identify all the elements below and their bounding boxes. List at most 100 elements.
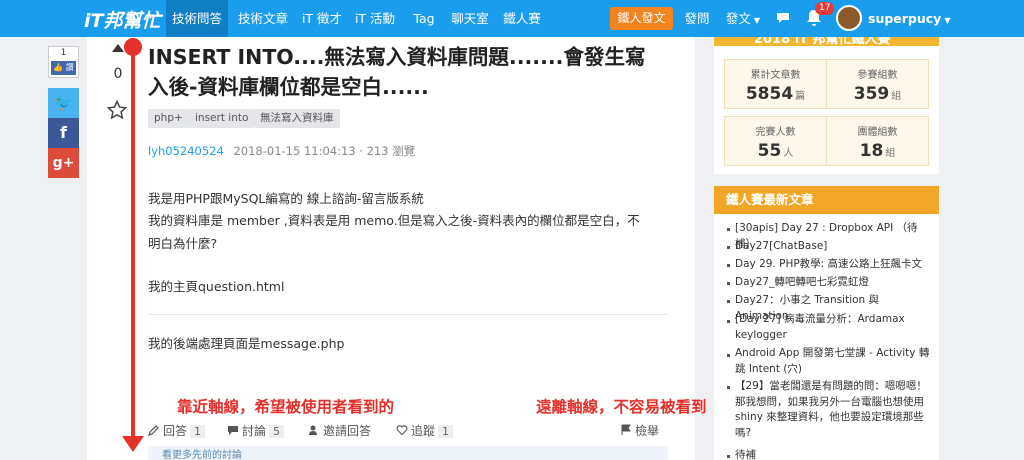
nav-tech-articles[interactable]: 技術文章 <box>232 0 294 37</box>
comment-icon <box>228 426 238 435</box>
upvote-icon[interactable] <box>112 44 124 52</box>
discuss-count: 5 <box>269 425 285 438</box>
nav-events[interactable]: iT 活動 <box>350 0 400 37</box>
view-count: 213 瀏覽 <box>366 144 416 158</box>
stats-banner-title: 2018 iT 邦幫忙鐵人賽 <box>754 37 891 46</box>
article-link[interactable]: Day 29. PHP教學: 高速公路上狂飆卡文 <box>735 257 930 273</box>
user-menu[interactable]: superpucy ▼ <box>868 0 951 37</box>
stat-teams: 團體組數 18 組 <box>826 116 929 166</box>
tag-item[interactable]: 無法寫入資料庫 <box>254 109 340 128</box>
bullet <box>727 386 730 389</box>
far-axis-note: 遠離軸線，不容易被看到 <box>536 398 707 416</box>
add-user-icon <box>309 425 317 435</box>
stat-label: 參賽組數 <box>857 70 898 81</box>
stat-label: 完賽人數 <box>755 127 796 138</box>
invite-label: 邀請回答 <box>323 424 372 438</box>
like-count: 1 <box>60 48 67 58</box>
fb-like-box[interactable]: 1 👍 讚 <box>48 46 79 78</box>
star-icon[interactable] <box>107 100 127 120</box>
invite-action[interactable]: 邀請回答 <box>308 422 371 439</box>
stat-unit: 篇 <box>795 91 806 102</box>
like-label: 讚 <box>65 63 74 72</box>
stat-unit: 人 <box>783 148 794 159</box>
nav-tech-qa[interactable]: 技術問答 <box>166 0 228 37</box>
top-navbar: iT邦幫忙 技術問答 技術文章 iT 徵才 iT 活動 Tag 聊天室 鐵人賽 … <box>0 0 1024 37</box>
article-link[interactable]: Day27_轉吧轉吧七彩霓虹燈 <box>735 275 930 291</box>
ironman-stats-banner: 2018 iT 邦幫忙鐵人賽 <box>714 37 939 46</box>
discuss-label: 討論 <box>242 424 267 438</box>
body-line: 明白為什麼? <box>148 236 218 251</box>
stat-label: 團體組數 <box>857 127 898 138</box>
axis-arrow-annotation <box>122 436 144 452</box>
nav-tag[interactable]: Tag <box>404 0 444 37</box>
facebook-share-button[interactable]: f <box>48 118 79 148</box>
chat-icon[interactable] <box>776 12 790 24</box>
post-label: 發文 <box>725 11 751 26</box>
article-link[interactable]: Android App 開發第七堂課 - Activity 轉跳 Intent … <box>735 346 930 377</box>
article-link[interactable]: [Day 27] 病毒流量分析：Ardamax keylogger <box>735 312 930 343</box>
bullet <box>727 455 730 458</box>
bullet <box>727 228 730 231</box>
flag-icon <box>621 424 631 435</box>
tag-item[interactable]: insert into <box>189 109 255 128</box>
article-link[interactable]: Day27[ChatBase] <box>735 239 930 255</box>
more-comments-label: 看更多先前的討論 <box>162 450 242 460</box>
bullet <box>727 246 730 249</box>
latest-articles-heading: 鐵人賽最新文章 <box>714 186 939 214</box>
answer-label: 回答 <box>163 424 188 438</box>
answer-count: 1 <box>190 425 206 438</box>
answer-action[interactable]: 回答 1 <box>148 422 206 439</box>
stat-value: 5854 <box>745 84 794 104</box>
facebook-icon: f <box>60 123 67 142</box>
stat-articles: 累計文章數 5854 篇 <box>724 59 827 109</box>
body-line: 我是用PHP跟MySQL編寫的 線上諮詢-留言版系統 <box>148 191 424 206</box>
twitter-share-button[interactable]: 🐦 <box>48 88 79 118</box>
article-link[interactable]: 【29】當老闆還是有問題的問：嗯嗯嗯！那我想問，如果我另外一台電腦也想使用shi… <box>735 379 930 441</box>
report-action[interactable]: 檢舉 <box>620 422 659 439</box>
axis-line-annotation <box>131 47 135 443</box>
stat-label: 累計文章數 <box>750 70 801 81</box>
googleplus-icon: g+ <box>52 155 75 171</box>
more-comments-link[interactable]: 看更多先前的討論 <box>148 446 668 460</box>
chevron-down-icon: ▼ <box>944 16 951 25</box>
stat-unit: 組 <box>885 148 896 159</box>
like-button[interactable]: 👍 讚 <box>51 61 76 75</box>
stat-value: 359 <box>853 84 890 104</box>
follow-label: 追蹤 <box>411 424 436 438</box>
chevron-down-icon: ▼ <box>753 16 761 25</box>
author-link[interactable]: lyh05240524 <box>148 144 224 158</box>
stat-value: 55 <box>757 141 782 161</box>
divider <box>148 314 668 315</box>
stat-finishers: 完賽人數 55 人 <box>724 116 827 166</box>
tag-item[interactable]: php+ <box>148 109 189 128</box>
nav-jobs[interactable]: iT 徵才 <box>297 0 347 37</box>
near-axis-note: 靠近軸線，希望被使用者看到的 <box>177 398 395 416</box>
stat-value: 18 <box>859 141 884 161</box>
vote-count: 0 <box>113 66 123 82</box>
post-datetime: 2018-01-15 11:04:13 <box>233 144 356 158</box>
discuss-action[interactable]: 討論 5 <box>227 422 285 439</box>
question-meta: lyh05240524 2018-01-15 11:04:13 · 213 瀏覽 <box>148 144 416 158</box>
nav-ironman[interactable]: 鐵人賽 <box>498 0 546 37</box>
body-line: 我的資料庫是 member ,資料表是用 memo.但是寫入之後-資料表內的欄位… <box>148 213 640 228</box>
heart-icon <box>396 425 408 436</box>
notification-badge: 17 <box>815 2 835 15</box>
follow-count: 1 <box>438 425 454 438</box>
twitter-icon: 🐦 <box>53 93 74 112</box>
follow-action[interactable]: 追蹤 1 <box>396 422 454 439</box>
bullet <box>727 264 730 267</box>
googleplus-share-button[interactable]: g+ <box>48 148 79 178</box>
edit-icon <box>148 425 159 436</box>
ask-button[interactable]: 發問 <box>680 0 714 37</box>
ironman-post-button[interactable]: 鐵人發文 <box>610 7 673 30</box>
axis-dot-annotation <box>124 38 142 56</box>
article-link[interactable]: 待補 <box>735 448 930 460</box>
site-logo[interactable]: iT邦幫忙 <box>84 6 160 33</box>
avatar[interactable] <box>836 5 862 31</box>
bullet <box>727 320 730 323</box>
post-dropdown[interactable]: 發文 ▼ <box>722 0 764 37</box>
bullet <box>727 282 730 285</box>
nav-chatroom[interactable]: 聊天室 <box>446 0 494 37</box>
question-title[interactable]: INSERT INTO....無法寫入資料庫問題.......會發生寫入後-資料… <box>148 42 658 102</box>
stat-unit: 組 <box>891 91 902 102</box>
